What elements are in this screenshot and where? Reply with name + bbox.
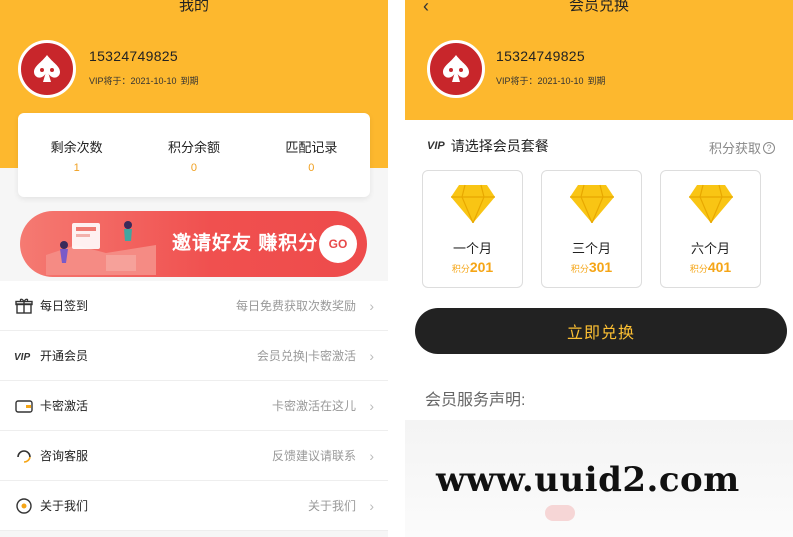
stat-value: 0 [190,162,198,174]
menu-item-hint: 卡密激活在这儿 [271,399,356,413]
vip-exchange-screen: ‹ 会员兑换 15324749825 VIP将于：2021-10-10 到期 VI… [405,0,793,537]
stat-remaining[interactable]: 剩余次数 1 [18,113,135,197]
gift-icon [14,296,34,316]
menu-item-label: 卡密激活 [40,399,89,413]
info-icon [14,496,34,516]
vip-expiry-date: VIP将于：2021-10-10 [496,76,584,86]
plan-card-6-months[interactable]: 六个月 积分401 [660,170,761,288]
watermark-text: www.uuid2.com [436,460,740,500]
stat-value: 0 [308,162,315,174]
chevron-right-icon: › [369,297,374,314]
plan-price: 积分201 [423,259,522,277]
menu-item-card-activate[interactable]: 卡密激活 卡密激活在这儿 › [0,381,388,431]
plan-section-title: 请选择会员套餐 [450,138,549,154]
menu-item-customer-service[interactable]: 咨询客服 反馈建议请联系 › [0,431,388,481]
spade-logo-icon [34,55,60,82]
stats-card: 剩余次数 1 积分余额 0 匹配记录 0 [18,113,370,197]
page-title: 我的 [178,0,209,14]
plan-card-1-month[interactable]: 一个月 积分201 [422,170,523,288]
invite-illustration-icon [46,221,156,275]
card-icon [14,396,34,416]
blurred-mark [545,505,575,521]
diamond-icon [569,184,614,225]
vip-icon: VIP [14,346,34,366]
menu-item-label: 关于我们 [40,499,89,513]
menu-item-hint: 会员兑换|卡密激活 [256,349,356,363]
menu-list: 每日签到 每日免费获取次数奖励 › VIP 开通会员 会员兑换|卡密激活 › 卡… [0,281,388,531]
avatar[interactable] [18,40,76,98]
banner-text: 邀请好友 赚积分 [172,233,319,254]
menu-item-label: 每日签到 [40,299,89,313]
question-icon: ? [763,141,775,154]
menu-item-hint: 每日免费获取次数奖励 [235,299,356,313]
vip-expiry-date: VIP将于：2021-10-10 [89,76,177,86]
plan-price-value: 301 [588,259,613,275]
stat-label: 剩余次数 [50,140,103,155]
menu-item-about[interactable]: 关于我们 关于我们 › [0,481,388,531]
stat-points[interactable]: 积分余额 0 [135,113,252,197]
stat-label: 积分余额 [167,140,220,155]
headset-icon [14,446,34,466]
plan-price: 积分401 [661,259,760,277]
plan-price: 积分301 [542,259,641,277]
plan-price-value: 201 [469,259,494,275]
plan-price-value: 401 [707,259,732,275]
invite-banner[interactable]: 邀请好友 赚积分 GO [20,211,367,277]
page-title: 会员兑换 [568,0,629,14]
spade-logo-icon [443,55,469,82]
plan-name: 三个月 [571,241,611,256]
plan-price-unit: 积分 [570,264,589,274]
go-button[interactable]: GO [319,225,357,263]
plan-name: 六个月 [690,241,730,256]
menu-item-hint: 关于我们 [307,499,356,513]
diamond-icon [450,184,495,225]
chevron-right-icon: › [369,397,374,414]
stat-label: 匹配记录 [285,140,338,155]
plan-card-3-months[interactable]: 三个月 积分301 [541,170,642,288]
plan-section-header: VIP 请选择会员套餐 [427,136,549,156]
chevron-right-icon: › [369,447,374,464]
earn-points-link[interactable]: 积分获取 ? [709,138,775,157]
menu-item-daily-signin[interactable]: 每日签到 每日免费获取次数奖励 › [0,281,388,331]
vip-expiry: VIP将于：2021-10-10 到期 [496,74,606,87]
menu-item-hint: 反馈建议请联系 [271,449,356,463]
stat-value: 1 [73,162,80,174]
plan-price-unit: 积分 [451,264,470,274]
menu-item-label: 咨询客服 [40,449,89,463]
menu-item-label: 开通会员 [40,349,89,363]
service-declaration-title: 会员服务声明: [425,392,526,409]
chevron-right-icon: › [369,347,374,364]
avatar[interactable] [427,40,485,98]
stat-records[interactable]: 匹配记录 0 [253,113,370,197]
redeem-now-button[interactable]: 立即兑换 [415,308,787,354]
earn-points-label: 积分获取 [708,141,761,156]
profile-screen: 我的 15324749825 VIP将于：2021-10-10 到期 剩余次数 1… [0,0,388,537]
menu-item-open-vip[interactable]: VIP 开通会员 会员兑换|卡密激活 › [0,331,388,381]
vip-expiry-suffix: 到期 [587,76,606,86]
vip-expiry: VIP将于：2021-10-10 到期 [89,74,199,87]
user-phone: 15324749825 [89,48,178,64]
diamond-icon [688,184,733,225]
vip-expiry-suffix: 到期 [180,76,199,86]
user-phone: 15324749825 [496,48,585,64]
plan-price-unit: 积分 [689,264,708,274]
plan-list: 一个月 积分201 三个月 积分301 六个月 积分401 [422,170,762,288]
svg-text:VIP: VIP [14,352,30,363]
plan-name: 一个月 [452,241,492,256]
vip-icon: VIP [427,140,445,152]
chevron-right-icon: › [369,497,374,514]
